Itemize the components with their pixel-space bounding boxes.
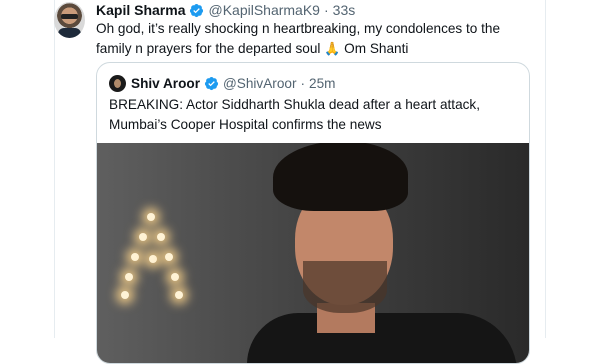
timestamp[interactable]: 33s: [333, 2, 356, 18]
marquee-bulb: [121, 291, 129, 299]
tweet-body: Oh god, it’s really shocking n heartbrea…: [96, 21, 501, 56]
avatar[interactable]: [54, 2, 85, 38]
verified-badge-icon: [204, 76, 219, 91]
portrait-beard: [303, 261, 387, 313]
marquee-bulb: [147, 213, 155, 221]
tweet-header: Kapil Sharma @KapilSharmaK9 · 33s: [96, 2, 355, 18]
quoted-avatar[interactable]: [109, 75, 126, 92]
quoted-tweet-card[interactable]: Shiv Aroor @ShivAroor · 25m BREAKING: Ac…: [96, 62, 530, 364]
portrait-jacket: [247, 313, 517, 363]
marquee-bulb: [171, 273, 179, 281]
marquee-bulb: [149, 255, 157, 263]
quoted-author-name[interactable]: Shiv Aroor: [131, 76, 200, 91]
quoted-author-handle[interactable]: @ShivAroor: [223, 76, 297, 91]
marquee-bulb: [157, 233, 165, 241]
marquee-bulb: [131, 253, 139, 261]
tweet-body-end: Om Shanti: [344, 41, 409, 56]
marquee-letter-a: [119, 211, 183, 301]
quoted-avatar-face: [114, 79, 121, 88]
marquee-bulb: [125, 273, 133, 281]
author-name[interactable]: Kapil Sharma: [96, 2, 185, 18]
quoted-tweet-photo[interactable]: [97, 143, 529, 363]
avatar-shirt: [58, 28, 81, 38]
verified-badge-icon: [190, 3, 204, 17]
portrait-person: [237, 143, 529, 363]
timeline-divider-left: [54, 0, 55, 338]
portrait-hair: [273, 143, 408, 211]
quoted-meta-separator: ·: [300, 76, 306, 91]
folded-hands-emoji-icon: 🙏: [324, 41, 341, 56]
avatar-glasses: [61, 14, 78, 19]
timeline-divider-right: [545, 0, 546, 338]
quoted-timestamp[interactable]: 25m: [309, 76, 335, 91]
meta-separator: ·: [323, 2, 329, 18]
marquee-bulb: [165, 253, 173, 261]
quoted-tweet-text: BREAKING: Actor Siddharth Shukla dead af…: [109, 97, 481, 132]
author-handle[interactable]: @KapilSharmaK9: [208, 2, 320, 18]
marquee-bulb: [175, 291, 183, 299]
tweet-text: Oh god, it’s really shocking n heartbrea…: [96, 19, 536, 59]
quoted-tweet-header: Shiv Aroor @ShivAroor · 25m: [131, 75, 335, 92]
marquee-bulb: [139, 233, 147, 241]
